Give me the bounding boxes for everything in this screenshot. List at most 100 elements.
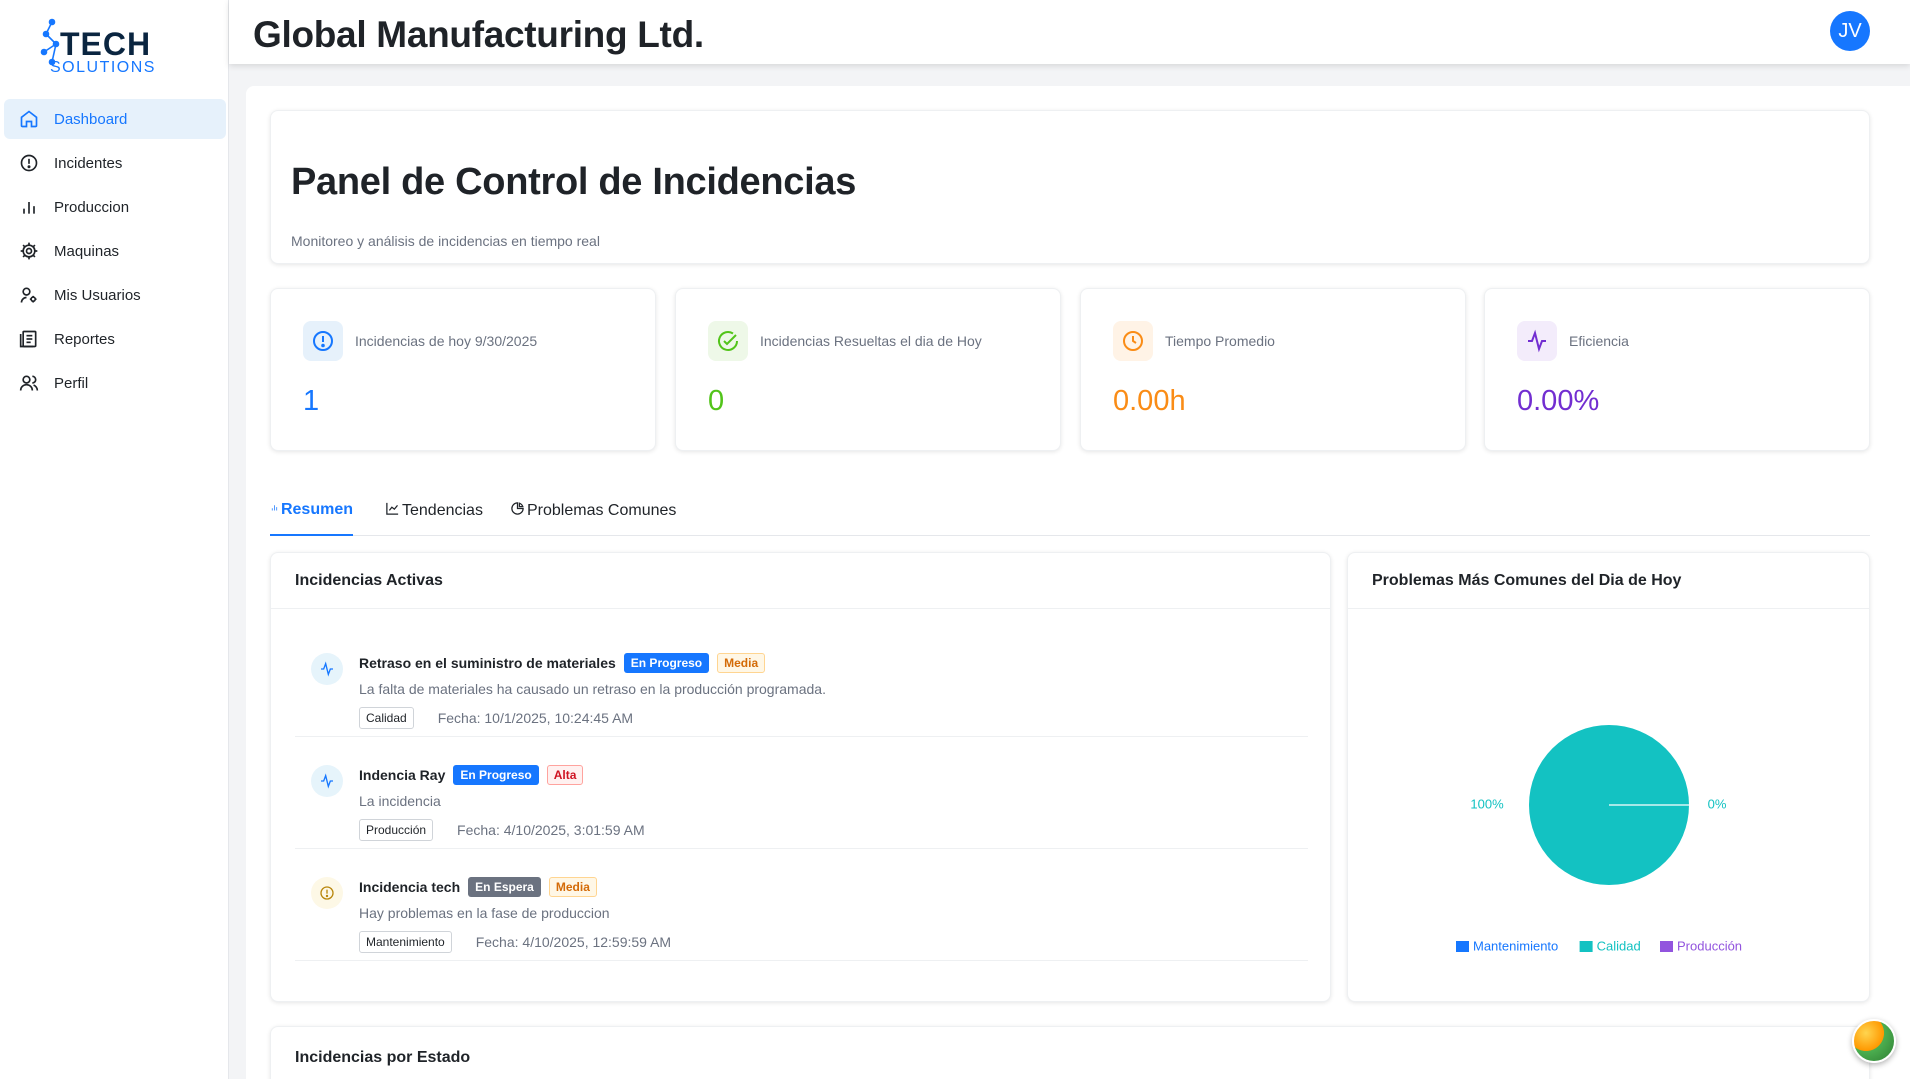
company-title: Global Manufacturing Ltd. [253, 14, 704, 55]
user-settings-icon [18, 284, 40, 306]
activity-icon [311, 765, 343, 797]
sidebar-item-dashboard[interactable]: Dashboard [4, 99, 226, 139]
stat-value: 1 [303, 385, 320, 417]
incident-date: Fecha: 4/10/2025, 12:59:59 AM [475, 934, 672, 950]
incident-title: Incidencia tech [359, 879, 461, 895]
priority-badge: Alta [546, 765, 584, 785]
legend-swatch [1579, 941, 1593, 952]
priority-badge: Media [548, 877, 597, 897]
incident-title-row: Incidencia tech En Espera Media [359, 877, 597, 897]
page-title: Panel de Control de Incidencias [291, 161, 857, 203]
report-icon [18, 328, 40, 350]
clock-icon [1113, 321, 1153, 361]
help-chat-button[interactable] [1852, 1019, 1896, 1063]
sidebar-item-incidentes[interactable]: Incidentes [4, 143, 226, 183]
svg-text:TECH: TECH [60, 26, 151, 62]
main-content: Panel de Control de Incidencias Monitore… [246, 86, 1910, 1079]
incident-title-row: Retraso en el suministro de materiales E… [359, 653, 766, 673]
sidebar-item-reportes[interactable]: Reportes [4, 319, 226, 359]
incident-description: Hay problemas en la fase de produccion [359, 905, 610, 921]
pie-chart-icon [511, 501, 524, 515]
activity-icon [311, 653, 343, 685]
sidebar-item-label: Maquinas [54, 242, 120, 260]
card-header: Problemas Más Comunes del Dia de Hoy [1348, 553, 1869, 609]
sidebar-item-label: Reportes [54, 330, 115, 348]
incident-description: La incidencia [359, 793, 441, 809]
stat-value: 0.00h [1113, 385, 1186, 417]
legend-label: Calidad [1597, 938, 1641, 953]
sidebar-item-label: Incidentes [54, 154, 123, 172]
legend-swatch [1456, 941, 1469, 952]
incident-title: Retraso en el suministro de materiales [359, 655, 616, 671]
legend-label: Producción [1677, 938, 1742, 953]
stat-card-avg-time: Tiempo Promedio 0.00h [1080, 288, 1466, 451]
alert-circle-icon [18, 152, 40, 174]
legend-item-mantenimiento[interactable]: Mantenimiento [1456, 938, 1558, 953]
legend-item-calidad[interactable]: Calidad [1579, 938, 1641, 953]
tab-problemas-comunes[interactable]: Problemas Comunes [510, 486, 676, 536]
title-card: Panel de Control de Incidencias Monitore… [270, 110, 1870, 264]
sidebar-nav: Dashboard Incidentes Produccion Maquinas [0, 99, 229, 407]
svg-text:SOLUTIONS: SOLUTIONS [50, 59, 156, 76]
sidebar-item-label: Perfil [54, 374, 89, 392]
card-title: Incidencias por Estado [295, 1049, 471, 1066]
category-tag: Mantenimiento [359, 931, 452, 953]
active-incidents-card: Incidencias Activas Retraso en el sumini… [270, 552, 1331, 1002]
company-logo: TECH SOLUTIONS [40, 18, 156, 76]
gear-icon [18, 240, 40, 262]
tab-label: Resumen [280, 501, 353, 518]
stat-label: Incidencias Resueltas el dia de Hoy [760, 333, 982, 349]
list-item[interactable]: Retraso en el suministro de materiales E… [295, 625, 1308, 737]
incident-date: Fecha: 4/10/2025, 3:01:59 AM [457, 822, 645, 838]
incident-description: La falta de materiales ha causado un ret… [359, 681, 826, 697]
category-tag: Producción [359, 819, 434, 841]
incident-title-row: Indencia Ray En Progreso Alta [359, 765, 584, 785]
card-title: Problemas Más Comunes del Dia de Hoy [1372, 572, 1682, 589]
tab-label: Tendencias [402, 502, 483, 519]
status-badge: En Progreso [453, 765, 539, 785]
pie-label-right: 0% [1708, 796, 1727, 811]
sidebar-item-produccion[interactable]: Produccion [4, 187, 226, 227]
pie-chart: 100% 0% Mantenimiento Calidad Producción [1456, 725, 1742, 953]
home-icon [18, 108, 40, 130]
stat-label: Incidencias de hoy 9/30/2025 [355, 333, 538, 349]
sidebar-item-label: Produccion [54, 198, 130, 216]
stat-label: Tiempo Promedio [1165, 333, 1275, 349]
stat-card-today: Incidencias de hoy 9/30/2025 1 [270, 288, 656, 451]
sidebar-item-label: Mis Usuarios [54, 286, 141, 304]
sidebar-item-mis-usuarios[interactable]: Mis Usuarios [4, 275, 226, 315]
incident-meta: Producción Fecha: 4/10/2025, 3:01:59 AM [359, 819, 645, 841]
tab-resumen[interactable]: Resumen [270, 486, 353, 536]
stat-value: 0.00% [1517, 385, 1600, 417]
app-root: TECH SOLUTIONS Dashboard Incidentes Prod… [0, 0, 1910, 1079]
sidebar: TECH SOLUTIONS Dashboard Incidentes Prod… [0, 0, 229, 1079]
legend-swatch [1660, 941, 1673, 952]
common-problems-card: Problemas Más Comunes del Dia de Hoy 100… [1347, 552, 1870, 1002]
tab-tendencias[interactable]: Tendencias [385, 486, 483, 536]
list-item[interactable]: Indencia Ray En Progreso Alta La inciden… [295, 737, 1308, 849]
pie-label-left: 100% [1470, 796, 1504, 811]
alert-circle-icon [311, 877, 343, 909]
incident-title: Indencia Ray [359, 767, 446, 783]
stat-value: 0 [708, 385, 725, 417]
sidebar-item-perfil[interactable]: Perfil [4, 363, 226, 403]
status-badge: En Espera [468, 877, 541, 897]
category-tag: Calidad [359, 707, 414, 729]
card-header: Incidencias Activas [271, 553, 1330, 609]
stat-label: Eficiencia [1569, 333, 1629, 349]
incident-meta: Calidad Fecha: 10/1/2025, 10:24:45 AM [359, 707, 633, 729]
users-icon [18, 372, 40, 394]
incidents-by-state-card: Incidencias por Estado [270, 1026, 1870, 1079]
avatar[interactable]: JV [1830, 11, 1870, 51]
alert-circle-icon [303, 321, 343, 361]
priority-badge: Media [717, 653, 766, 673]
bar-chart-icon [271, 504, 278, 510]
list-item[interactable]: Incidencia tech En Espera Media Hay prob… [295, 849, 1308, 961]
activity-icon [1517, 321, 1557, 361]
sidebar-item-maquinas[interactable]: Maquinas [4, 231, 226, 271]
legend-label: Mantenimiento [1473, 938, 1558, 953]
incident-meta: Mantenimiento Fecha: 4/10/2025, 12:59:59… [359, 931, 671, 953]
top-header: Global Manufacturing Ltd. JV [229, 0, 1910, 64]
legend-item-producción[interactable]: Producción [1660, 938, 1742, 953]
page-subtitle: Monitoreo y análisis de incidencias en t… [291, 233, 600, 249]
